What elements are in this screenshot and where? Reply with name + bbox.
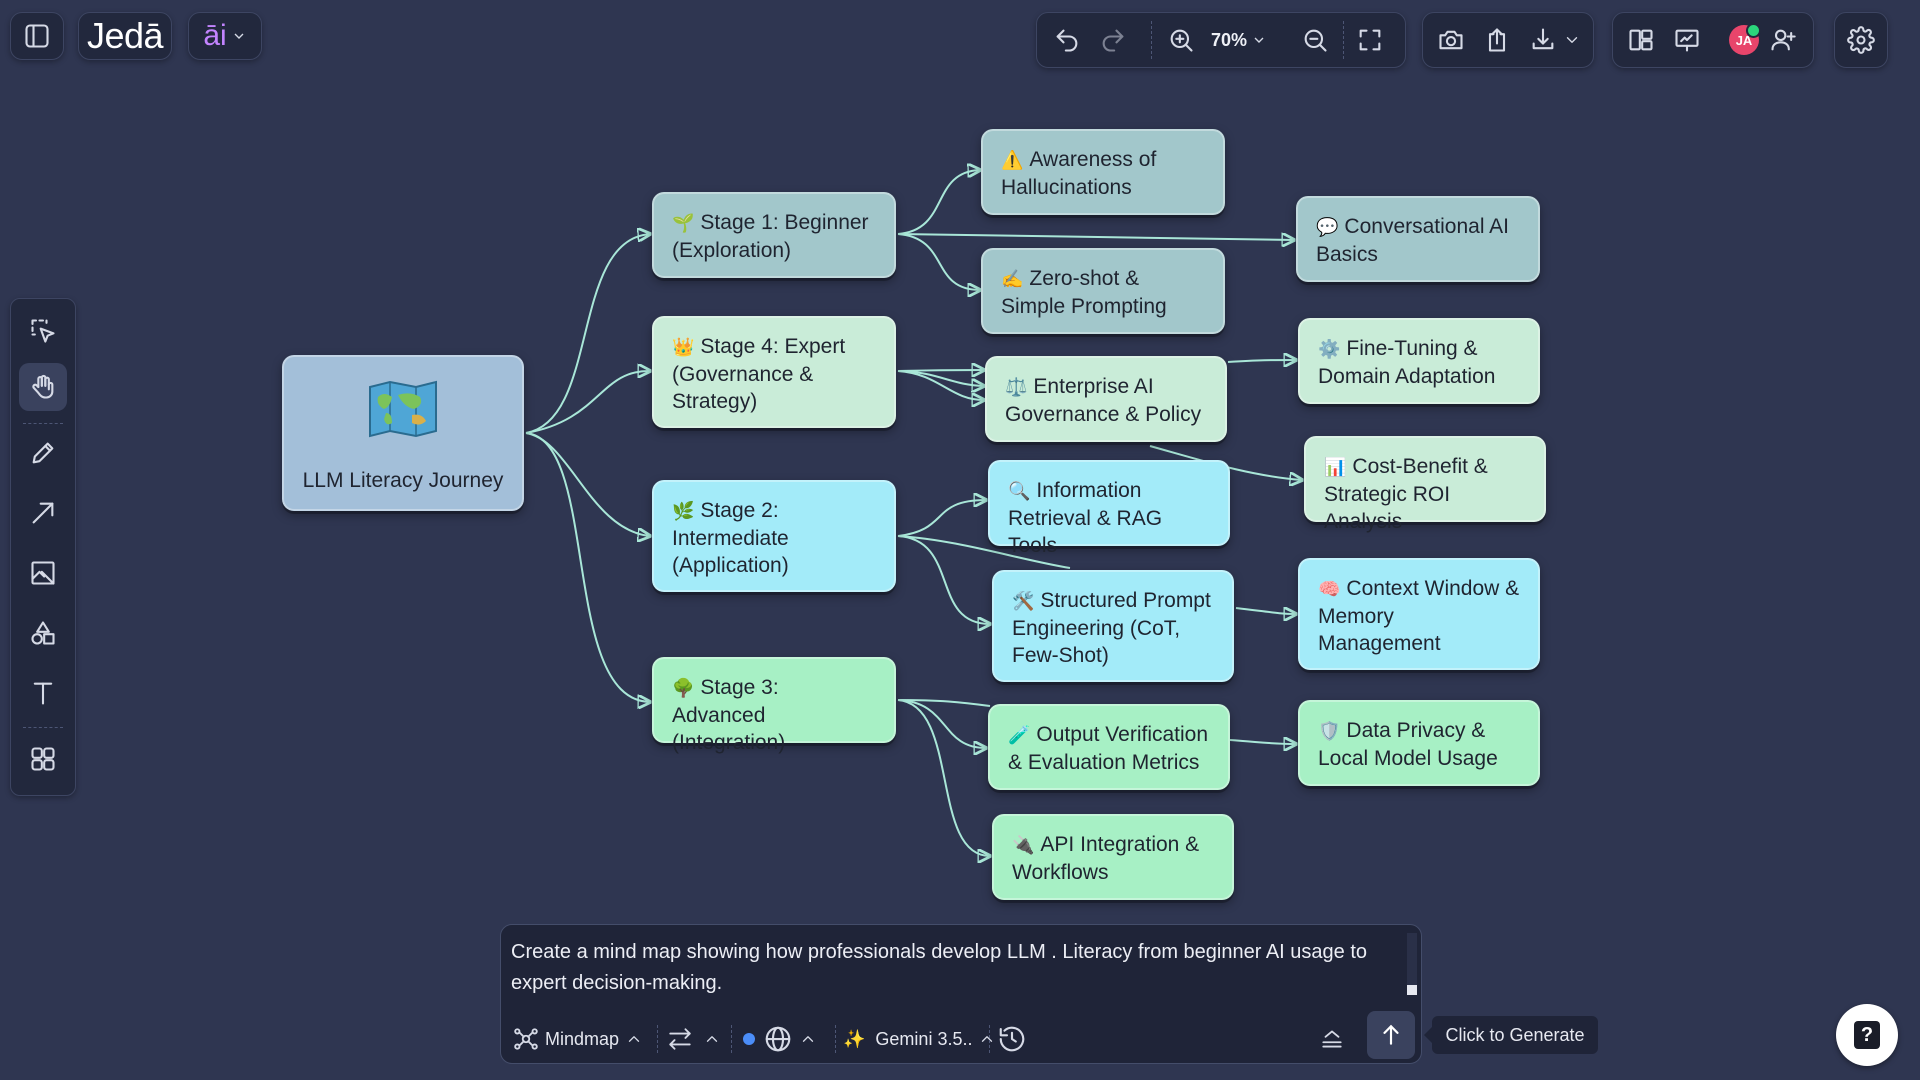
node-label: Structured Prompt Engineering (CoT, Few-… bbox=[1012, 589, 1211, 667]
brain-icon: 🧠 bbox=[1318, 579, 1341, 599]
node-label: Information Retrieval & RAG Tools bbox=[1008, 479, 1163, 557]
node-label: Cost-Benefit & Strategic ROI Analysis bbox=[1324, 455, 1488, 533]
node-label: Enterprise AI Governance & Policy bbox=[1005, 375, 1202, 426]
link-root-stage2 bbox=[525, 432, 650, 536]
link-stage3-verification bbox=[897, 699, 986, 748]
node-api[interactable]: 🔌 API Integration & Workflows bbox=[992, 814, 1234, 900]
generate-button[interactable] bbox=[1367, 1011, 1415, 1059]
tree-icon: 🌳 bbox=[672, 678, 695, 698]
node-finetuning[interactable]: ⚙️ Fine-Tuning & Domain Adaptation bbox=[1298, 318, 1540, 404]
globe-icon bbox=[765, 1026, 791, 1052]
link-verification-privacy bbox=[1229, 740, 1296, 744]
crown-icon: 👑 bbox=[672, 337, 695, 357]
node-verification[interactable]: 🧪 Output Verification & Evaluation Metric… bbox=[988, 704, 1230, 790]
sparkle-icon: ✨ bbox=[843, 1028, 866, 1049]
help-button[interactable]: ? bbox=[1836, 1004, 1898, 1066]
chevron-up-icon bbox=[802, 1036, 814, 1042]
test-tube-icon: 🧪 bbox=[1008, 725, 1031, 745]
node-label: Conversational AI Basics bbox=[1316, 215, 1510, 266]
node-hallucinations[interactable]: ⚠️ Awareness of Hallucinations bbox=[981, 129, 1225, 215]
node-label: Context Window & Memory Management bbox=[1318, 577, 1520, 655]
link-root-stage3 bbox=[525, 432, 650, 702]
root-node-label: LLM Literacy Journey bbox=[302, 469, 504, 492]
link-stage2-structured bbox=[897, 535, 990, 624]
plug-icon: 🔌 bbox=[1012, 835, 1035, 855]
writing-hand-icon: ✍️ bbox=[1001, 269, 1024, 289]
node-label: Zero-shot & Simple Prompting bbox=[1001, 267, 1167, 318]
help-label: ? bbox=[1860, 1023, 1874, 1046]
chevron-up-icon bbox=[982, 1036, 993, 1042]
node-label: Data Privacy & Local Model Usage bbox=[1318, 719, 1498, 770]
node-context[interactable]: 🧠 Context Window & Memory Management bbox=[1298, 558, 1540, 670]
prompt-input[interactable]: Create a mind map showing how profession… bbox=[511, 937, 1391, 999]
link-root-stage1 bbox=[525, 234, 650, 434]
direction-selector[interactable] bbox=[667, 1021, 721, 1057]
model-label: Gemini 3.5.. bbox=[875, 1028, 973, 1049]
generate-tooltip: Click to Generate bbox=[1424, 1016, 1598, 1054]
node-governance[interactable]: ⚖️ Enterprise AI Governance & Policy bbox=[985, 356, 1227, 442]
collapse-icon bbox=[1322, 1030, 1342, 1048]
node-label: Stage 1: Beginner (Exploration) bbox=[672, 211, 869, 262]
node-structured[interactable]: 🛠️ Structured Prompt Engineering (CoT, Fe… bbox=[992, 570, 1234, 682]
link-stage1-hallucinations bbox=[897, 170, 980, 235]
node-costbenefit[interactable]: 📊 Cost-Benefit & Strategic ROI Analysis bbox=[1304, 436, 1546, 533]
shield-icon: 🛡️ bbox=[1318, 721, 1341, 741]
mode-label: Mindmap bbox=[545, 1028, 620, 1049]
node-stage4[interactable]: 👑 Stage 4: Expert (Governance & Strategy) bbox=[652, 316, 896, 428]
link-stage1-zeroshot bbox=[897, 233, 980, 290]
herb-icon: 🌿 bbox=[672, 501, 695, 521]
node-privacy[interactable]: 🛡️ Data Privacy & Local Model Usage bbox=[1298, 700, 1540, 786]
tools-icon: 🛠️ bbox=[1012, 591, 1035, 611]
node-stage1[interactable]: 🌱 Stage 1: Beginner (Exploration) bbox=[652, 192, 896, 278]
prompt-panel: Create a mind map showing how profession… bbox=[500, 924, 1422, 1064]
mode-selector[interactable]: Mindmap bbox=[513, 1021, 643, 1057]
tooltip-text: Click to Generate bbox=[1445, 1024, 1585, 1045]
help-icon: ? bbox=[1854, 1021, 1880, 1049]
arrow-up-icon bbox=[1383, 1024, 1399, 1045]
status-dot bbox=[743, 1033, 755, 1045]
node-rag[interactable]: 🔍 Information Retrieval & RAG Tools bbox=[988, 460, 1230, 557]
swap-arrows-icon bbox=[669, 1028, 691, 1050]
scales-icon: ⚖️ bbox=[1005, 377, 1028, 397]
history-icon bbox=[999, 1026, 1025, 1052]
collapse-panel-button[interactable] bbox=[1319, 1021, 1345, 1057]
chevron-up-icon bbox=[706, 1036, 718, 1042]
web-search-selector[interactable] bbox=[743, 1021, 817, 1057]
seedling-icon: 🌱 bbox=[672, 213, 695, 233]
node-conversational[interactable]: 💬 Conversational AI Basics bbox=[1296, 196, 1540, 282]
history-button[interactable] bbox=[997, 1021, 1027, 1057]
node-stage3[interactable]: 🌳 Stage 3: Advanced (Integration) bbox=[652, 657, 896, 754]
bar-chart-icon: 📊 bbox=[1324, 457, 1347, 477]
node-label: Fine-Tuning & Domain Adaptation bbox=[1318, 337, 1496, 388]
world-map-icon bbox=[366, 379, 440, 439]
model-selector[interactable]: ✨ Gemini 3.5.. bbox=[843, 1021, 996, 1057]
speech-bubble-icon: 💬 bbox=[1316, 217, 1339, 237]
node-label: Awareness of Hallucinations bbox=[1001, 148, 1157, 199]
link-structured-context bbox=[1235, 608, 1296, 614]
link-governance-finetuning bbox=[1227, 360, 1296, 362]
node-label: Stage 4: Expert (Governance & Strategy) bbox=[672, 335, 846, 413]
mindmap-icon bbox=[514, 1028, 538, 1050]
gear-small-icon: ⚙️ bbox=[1318, 339, 1341, 359]
node-label: Output Verification & Evaluation Metrics bbox=[1008, 723, 1209, 774]
node-zeroshot[interactable]: ✍️ Zero-shot & Simple Prompting bbox=[981, 248, 1225, 334]
mindmap-connectors bbox=[525, 0, 1920, 1080]
node-stage2[interactable]: 🌿 Stage 2: Intermediate (Application) bbox=[652, 480, 896, 592]
link-stage2-rag bbox=[897, 500, 986, 537]
mindmap-root-node[interactable]: LLM Literacy Journey bbox=[282, 355, 524, 511]
magnifier-icon: 🔍 bbox=[1008, 481, 1031, 501]
warning-icon: ⚠️ bbox=[1001, 150, 1024, 170]
link-stage1-conversational bbox=[897, 234, 1294, 240]
node-label: API Integration & Workflows bbox=[1012, 833, 1200, 884]
chevron-up-icon bbox=[628, 1036, 640, 1042]
resize-handle[interactable] bbox=[1407, 985, 1417, 995]
